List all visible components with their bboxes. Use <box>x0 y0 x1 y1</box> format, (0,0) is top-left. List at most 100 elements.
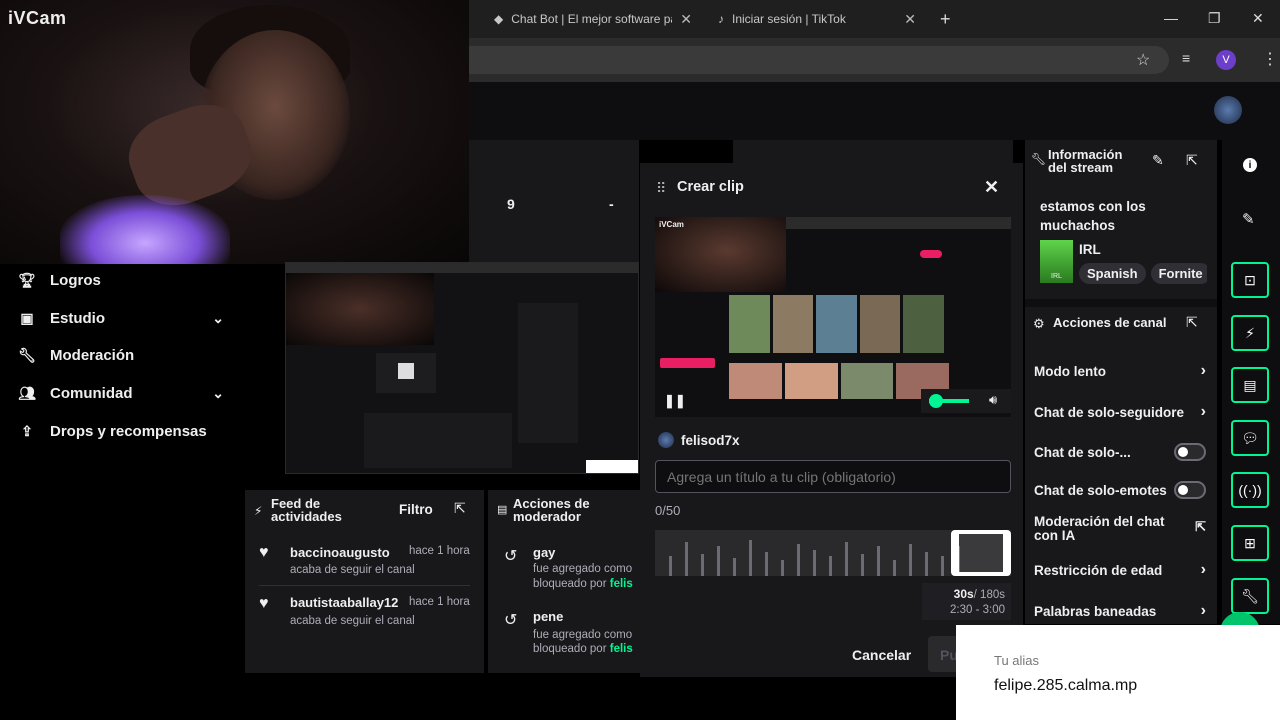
tag-chip[interactable]: Spanish <box>1079 263 1146 284</box>
tab-title: Iniciar sesión | TikTok <box>732 12 846 26</box>
maximize-icon[interactable]: ❐ <box>1208 10 1221 27</box>
chevron-right-icon: › <box>1200 403 1206 420</box>
drag-handle-icon[interactable]: ⠿ <box>656 180 666 197</box>
raid-icon: ⊞ <box>1244 534 1256 551</box>
alias-value: felipe.285.calma.mp <box>994 677 1138 694</box>
divider <box>259 585 470 586</box>
mod-action-desc: bloqueado por felis <box>533 643 633 655</box>
clip-range-selector[interactable] <box>951 530 1011 576</box>
notes-button[interactable]: ▤ <box>1231 367 1269 403</box>
mod-action-by[interactable]: felis <box>610 578 633 590</box>
tiktok-icon: ♪ <box>718 12 724 26</box>
close-window-icon[interactable]: ✕ <box>1252 10 1264 27</box>
browser-menu-icon[interactable]: ⋮ <box>1262 49 1278 69</box>
bookmark-star-icon[interactable]: ☆ <box>1136 50 1150 70</box>
info-icon[interactable]: i <box>1243 158 1257 172</box>
clip-title-input[interactable] <box>655 460 1011 493</box>
popout-icon[interactable]: ⇱ <box>454 500 466 517</box>
speaker-icon[interactable]: 🔊︎ <box>989 392 997 408</box>
channel-actions-title: Acciones de canal <box>1053 315 1167 330</box>
preview-pink-button <box>660 358 715 368</box>
sidebar-item-logros[interactable]: 🏆︎ Logros <box>18 272 224 289</box>
subs-only-toggle[interactable] <box>1174 443 1206 461</box>
channel-action-banned-words[interactable]: Palabras baneadas › <box>1034 602 1206 620</box>
stat-value: 9 <box>507 196 515 212</box>
category-thumbnail[interactable]: IRL <box>1040 240 1073 283</box>
sidebar-item-estudio[interactable]: ▣ Estudio ⌄ <box>18 310 224 327</box>
bolt-icon: ⚡︎ <box>254 504 263 518</box>
stream-title-line: estamos con los <box>1040 199 1146 214</box>
close-icon[interactable]: ✕ <box>984 177 999 198</box>
channel-action-label: Chat de solo-... <box>1034 444 1131 460</box>
close-tab-icon[interactable]: ✕ <box>904 11 916 28</box>
channel-action-label: Chat de solo-seguidore <box>1034 404 1185 420</box>
edit-pencil-icon[interactable]: ✎ <box>1242 210 1255 228</box>
channel-action-label: Chat de solo-emotes <box>1034 482 1167 498</box>
preview-tabbar <box>786 217 1011 229</box>
sidebar-item-drops[interactable]: ⇪ Drops y recompensas <box>18 423 224 440</box>
sidebar-item-label: Drops y recompensas <box>50 423 207 440</box>
feed-item-user[interactable]: bautistaaballay12 <box>290 595 398 610</box>
sidebar-item-label: Logros <box>50 272 101 289</box>
sidebar-item-label: Comunidad <box>50 385 133 402</box>
channel-action-age-restriction[interactable]: Restricción de edad › <box>1034 561 1206 579</box>
clip-timeline[interactable] <box>655 530 1011 576</box>
volume-control[interactable]: 🔊︎ <box>921 389 1011 413</box>
channel-action-ai-moderation[interactable]: Moderación del chat con IA ⇱ <box>1034 515 1206 543</box>
pause-icon[interactable]: ❚❚ <box>664 393 686 409</box>
undo-icon[interactable]: ↺ <box>504 610 517 630</box>
mod-action-by[interactable]: felis <box>610 643 633 655</box>
chevron-right-icon: › <box>1200 561 1206 578</box>
clip-duration-max: / 180s <box>973 589 1005 601</box>
new-tab-icon[interactable]: + <box>940 9 951 30</box>
close-tab-icon[interactable]: ✕ <box>680 11 692 28</box>
streamer-avatar <box>658 432 674 448</box>
address-bar[interactable] <box>469 46 1169 74</box>
app-header <box>469 82 1280 140</box>
category-name[interactable]: IRL <box>1079 242 1101 257</box>
wrench-icon: 🔧︎ <box>1241 587 1259 604</box>
minimize-icon[interactable]: — <box>1164 10 1178 26</box>
mod-actions-title: Acciones de moderador <box>513 497 590 523</box>
tag-list: Spanish Fornite <box>1079 263 1207 284</box>
alias-label: Tu alias <box>994 653 1040 668</box>
emotes-only-toggle[interactable] <box>1174 481 1206 499</box>
mod-actions-title-line: moderador <box>513 509 581 524</box>
bolt-button[interactable]: ⚡︎ <box>1231 315 1269 351</box>
sidebar-item-moderacion[interactable]: 🔧︎ Moderación <box>18 347 224 364</box>
user-avatar[interactable] <box>1214 96 1242 124</box>
feed-item-action: acaba de seguir el canal <box>290 615 415 627</box>
feed-item-user[interactable]: baccinoaugusto <box>290 545 390 560</box>
browser-tab-chatbot[interactable]: ◆ Chat Bot | El mejor software pa ✕ <box>486 6 700 32</box>
popout-icon[interactable]: ⇱ <box>1186 314 1198 331</box>
channel-action-followers-only[interactable]: Chat de solo-seguidore › <box>1034 403 1206 421</box>
tag-chip[interactable]: Fornite <box>1150 263 1207 284</box>
activity-feed-title-line: actividades <box>271 509 342 524</box>
undo-icon[interactable]: ↺ <box>504 546 517 566</box>
profile-avatar[interactable]: V <box>1216 50 1236 70</box>
alias-card: Tu alias felipe.285.calma.mp <box>956 625 1280 720</box>
channel-action-slow-mode[interactable]: Modo lento › <box>1034 362 1206 380</box>
channel-action-label: Modo lento <box>1034 363 1106 379</box>
media-queue-icon[interactable]: ≡ <box>1182 50 1190 66</box>
streamer-name: felisod7x <box>681 433 740 448</box>
raid-button[interactable]: ⊞ <box>1231 525 1269 561</box>
filter-button[interactable]: Filtro <box>399 502 433 517</box>
mod-tools-button[interactable]: 🔧︎ <box>1231 578 1269 614</box>
popout-icon[interactable]: ⇱ <box>1186 152 1198 169</box>
preview-thumbnails-row1 <box>729 295 944 353</box>
heart-icon: ♥ <box>259 544 269 561</box>
ivcam-watermark: iVCam <box>8 8 67 28</box>
edit-pencil-icon[interactable]: ✎ <box>1152 152 1164 169</box>
feed-item-time: hace 1 hora <box>409 545 470 557</box>
clip-preview-video[interactable]: iVCam ❚❚ 🔊︎ <box>655 217 1011 417</box>
chat-button[interactable]: 💬︎ <box>1231 420 1269 456</box>
stat-value: - <box>609 196 614 212</box>
webcam-light-glow <box>60 195 230 264</box>
cancel-button[interactable]: Cancelar <box>852 647 911 663</box>
browser-tab-tiktok[interactable]: ♪ Iniciar sesión | TikTok ✕ <box>710 6 924 32</box>
sidebar-item-comunidad[interactable]: 👥︎ Comunidad ⌄ <box>18 385 224 402</box>
screenshot-clip-button[interactable]: ⊡ <box>1231 262 1269 298</box>
chatbot-icon: ◆ <box>494 12 504 26</box>
broadcast-button[interactable]: ((·)) <box>1231 472 1269 508</box>
